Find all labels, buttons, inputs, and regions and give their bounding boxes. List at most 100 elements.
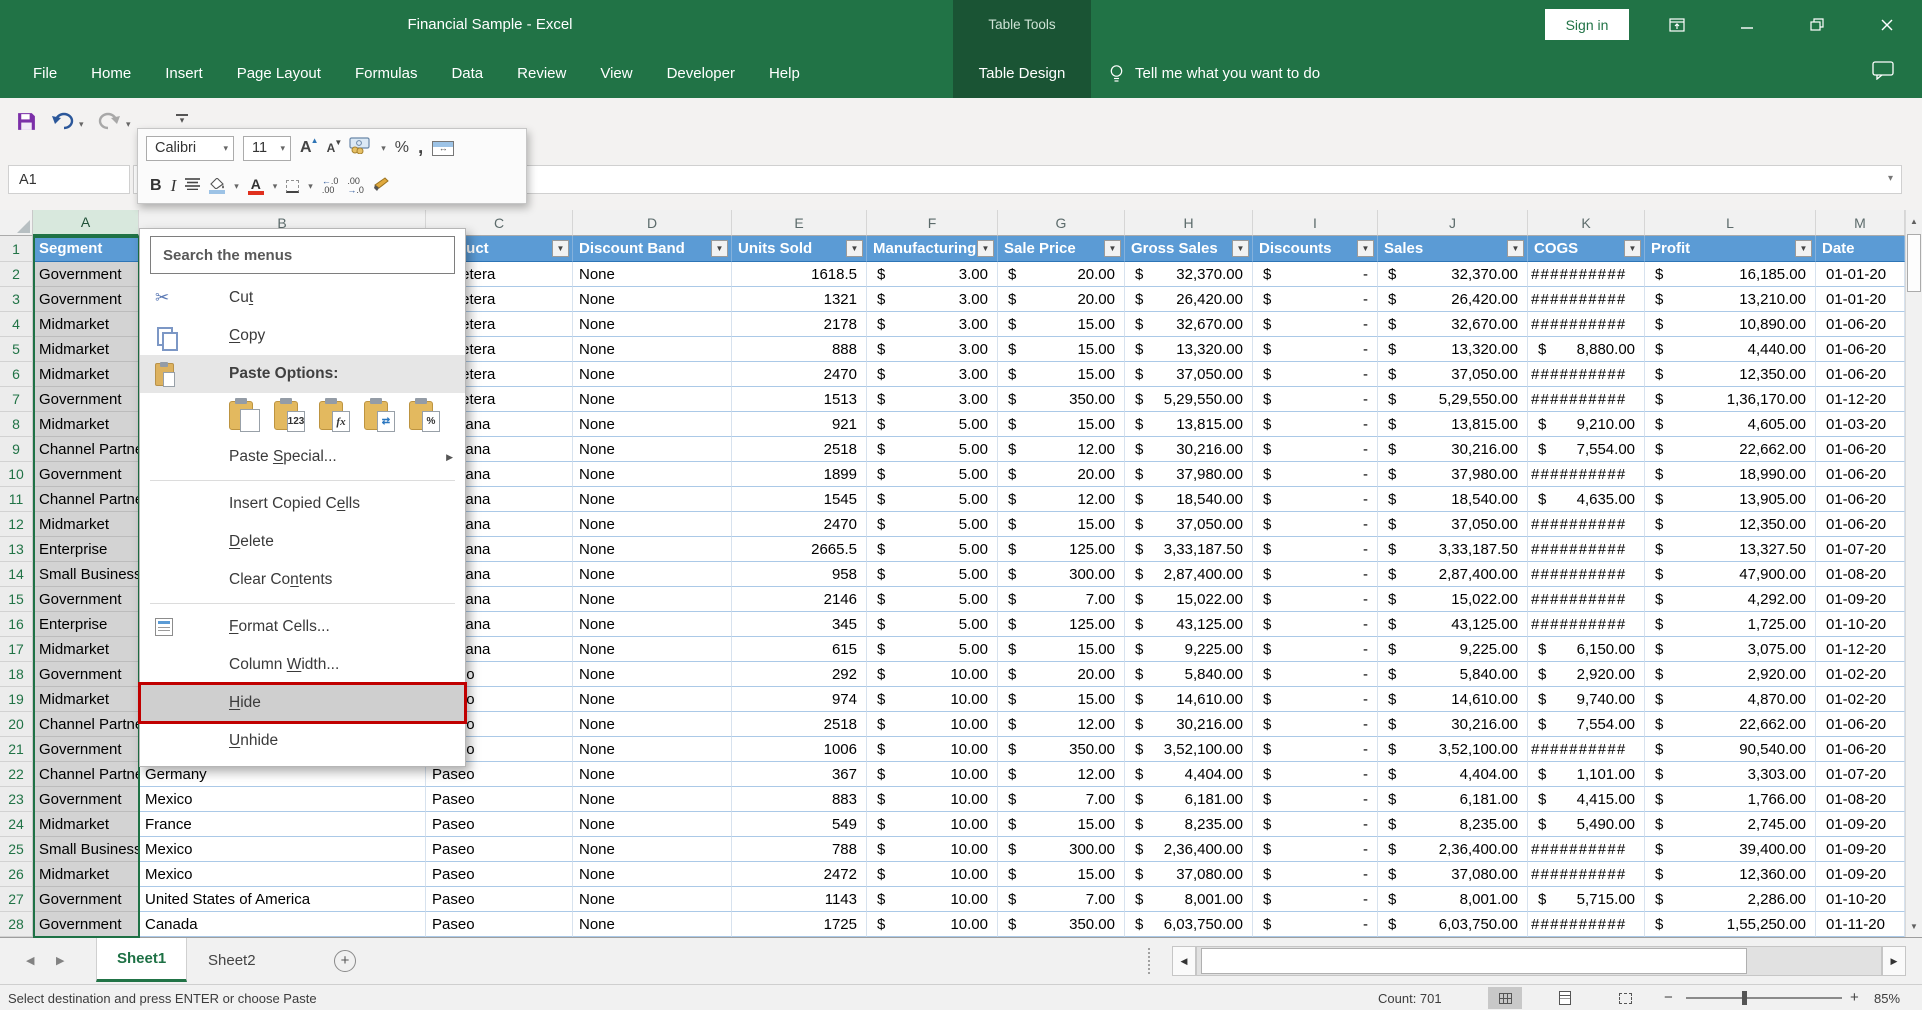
cell-H21[interactable]: $3,52,100.00	[1125, 737, 1253, 762]
cell-J28[interactable]: $6,03,750.00	[1378, 912, 1528, 937]
row-header-8[interactable]: 8	[0, 412, 33, 437]
tab-view[interactable]: View	[583, 49, 649, 98]
cell-J8[interactable]: $13,815.00	[1378, 412, 1528, 437]
filter-button-icon[interactable]: ▼	[846, 240, 863, 257]
cell-K19[interactable]: $9,740.00	[1528, 687, 1645, 712]
cell-C27[interactable]: Paseo	[426, 887, 573, 912]
cell-A8[interactable]: Midmarket	[33, 412, 139, 437]
cell-M11[interactable]: 01-06-20	[1816, 487, 1905, 512]
redo-button[interactable]	[98, 111, 120, 135]
row-header-19[interactable]: 19	[0, 687, 33, 712]
cell-A25[interactable]: Small Business	[33, 837, 139, 862]
borders-dropdown-icon[interactable]: ▾	[308, 181, 313, 192]
tab-data[interactable]: Data	[434, 49, 500, 98]
tab-formulas[interactable]: Formulas	[338, 49, 435, 98]
cell-L23[interactable]: $1,766.00	[1645, 787, 1816, 812]
new-sheet-icon[interactable]: +	[334, 950, 356, 972]
cell-H16[interactable]: $43,125.00	[1125, 612, 1253, 637]
cell-G24[interactable]: $15.00	[998, 812, 1125, 837]
cell-I16[interactable]: $-	[1253, 612, 1378, 637]
cell-M16[interactable]: 01-10-20	[1816, 612, 1905, 637]
cell-G10[interactable]: $20.00	[998, 462, 1125, 487]
cell-D3[interactable]: None	[573, 287, 732, 312]
bold-icon[interactable]: B	[150, 177, 162, 195]
tab-file[interactable]: File	[16, 49, 74, 98]
cell-L6[interactable]: $12,350.00	[1645, 362, 1816, 387]
cell-M7[interactable]: 01-12-20	[1816, 387, 1905, 412]
cell-I14[interactable]: $-	[1253, 562, 1378, 587]
cell-J5[interactable]: $13,320.00	[1378, 337, 1528, 362]
save-button[interactable]	[16, 111, 37, 137]
cell-L20[interactable]: $22,662.00	[1645, 712, 1816, 737]
cell-J9[interactable]: $30,216.00	[1378, 437, 1528, 462]
filter-button-icon[interactable]: ▼	[1507, 240, 1524, 257]
cell-L25[interactable]: $39,400.00	[1645, 837, 1816, 862]
cell-E28[interactable]: 1725	[732, 912, 867, 937]
table-header-cogs[interactable]: COGS▼	[1528, 236, 1645, 262]
menu-item-clear-contents[interactable]: Clear Contents	[140, 561, 465, 599]
cell-L22[interactable]: $3,303.00	[1645, 762, 1816, 787]
scroll-up-icon[interactable]: ▲	[1906, 210, 1922, 232]
cell-G26[interactable]: $15.00	[998, 862, 1125, 887]
horizontal-scrollbar-thumb[interactable]	[1201, 948, 1747, 974]
cell-A24[interactable]: Midmarket	[33, 812, 139, 837]
increase-decimal-icon[interactable]: ←.0 .00	[322, 177, 339, 195]
cell-E16[interactable]: 345	[732, 612, 867, 637]
cell-E25[interactable]: 788	[732, 837, 867, 862]
column-header-J[interactable]: J	[1378, 210, 1528, 236]
cell-F6[interactable]: $3.00	[867, 362, 998, 387]
cell-H13[interactable]: $3,33,187.50	[1125, 537, 1253, 562]
paste-option-formatting-icon[interactable]: %	[409, 399, 440, 432]
minimize-button[interactable]	[1722, 0, 1772, 49]
format-as-table-icon[interactable]: ↔	[432, 141, 454, 156]
cell-A9[interactable]: Channel Partners	[33, 437, 139, 462]
table-header-date[interactable]: Date	[1816, 236, 1905, 262]
cell-F21[interactable]: $10.00	[867, 737, 998, 762]
cell-M13[interactable]: 01-07-20	[1816, 537, 1905, 562]
cell-E2[interactable]: 1618.5	[732, 262, 867, 287]
cell-D5[interactable]: None	[573, 337, 732, 362]
cell-F23[interactable]: $10.00	[867, 787, 998, 812]
cell-I27[interactable]: $-	[1253, 887, 1378, 912]
column-header-A[interactable]: A	[33, 210, 139, 236]
cell-J4[interactable]: $32,670.00	[1378, 312, 1528, 337]
cell-M2[interactable]: 01-01-20	[1816, 262, 1905, 287]
cell-F11[interactable]: $5.00	[867, 487, 998, 512]
column-header-I[interactable]: I	[1253, 210, 1378, 236]
vertical-scrollbar[interactable]: ▲ ▼	[1905, 210, 1922, 937]
menu-item-cut[interactable]: ✂Cut	[140, 279, 465, 317]
cell-I6[interactable]: $-	[1253, 362, 1378, 387]
cell-A23[interactable]: Government	[33, 787, 139, 812]
table-header-profit[interactable]: Profit▼	[1645, 236, 1816, 262]
comma-style-icon[interactable]: ,	[418, 137, 423, 159]
select-all-button[interactable]	[0, 210, 33, 236]
page-break-view-button[interactable]	[1608, 987, 1642, 1009]
cell-E17[interactable]: 615	[732, 637, 867, 662]
cell-G4[interactable]: $15.00	[998, 312, 1125, 337]
cell-F13[interactable]: $5.00	[867, 537, 998, 562]
cell-G27[interactable]: $7.00	[998, 887, 1125, 912]
cell-H9[interactable]: $30,216.00	[1125, 437, 1253, 462]
cell-L7[interactable]: $1,36,170.00	[1645, 387, 1816, 412]
cell-M17[interactable]: 01-12-20	[1816, 637, 1905, 662]
cell-M23[interactable]: 01-08-20	[1816, 787, 1905, 812]
filter-button-icon[interactable]: ▼	[977, 240, 994, 257]
cell-A7[interactable]: Government	[33, 387, 139, 412]
cell-G9[interactable]: $12.00	[998, 437, 1125, 462]
cell-K5[interactable]: $8,880.00	[1528, 337, 1645, 362]
scroll-down-icon[interactable]: ▼	[1906, 915, 1922, 937]
cell-I22[interactable]: $-	[1253, 762, 1378, 787]
table-header-sale-price[interactable]: Sale Price▼	[998, 236, 1125, 262]
cell-L11[interactable]: $13,905.00	[1645, 487, 1816, 512]
row-header-17[interactable]: 17	[0, 637, 33, 662]
cell-F4[interactable]: $3.00	[867, 312, 998, 337]
cell-K25[interactable]: ##########	[1528, 837, 1645, 862]
cell-H7[interactable]: $5,29,550.00	[1125, 387, 1253, 412]
cell-J6[interactable]: $37,050.00	[1378, 362, 1528, 387]
cell-G3[interactable]: $20.00	[998, 287, 1125, 312]
cell-J3[interactable]: $26,420.00	[1378, 287, 1528, 312]
cell-H24[interactable]: $8,235.00	[1125, 812, 1253, 837]
font-name-combo[interactable]: Calibri▾	[146, 136, 234, 161]
font-color-dropdown-icon[interactable]: ▾	[273, 181, 278, 192]
paste-option-values-icon[interactable]: 123	[274, 399, 305, 432]
